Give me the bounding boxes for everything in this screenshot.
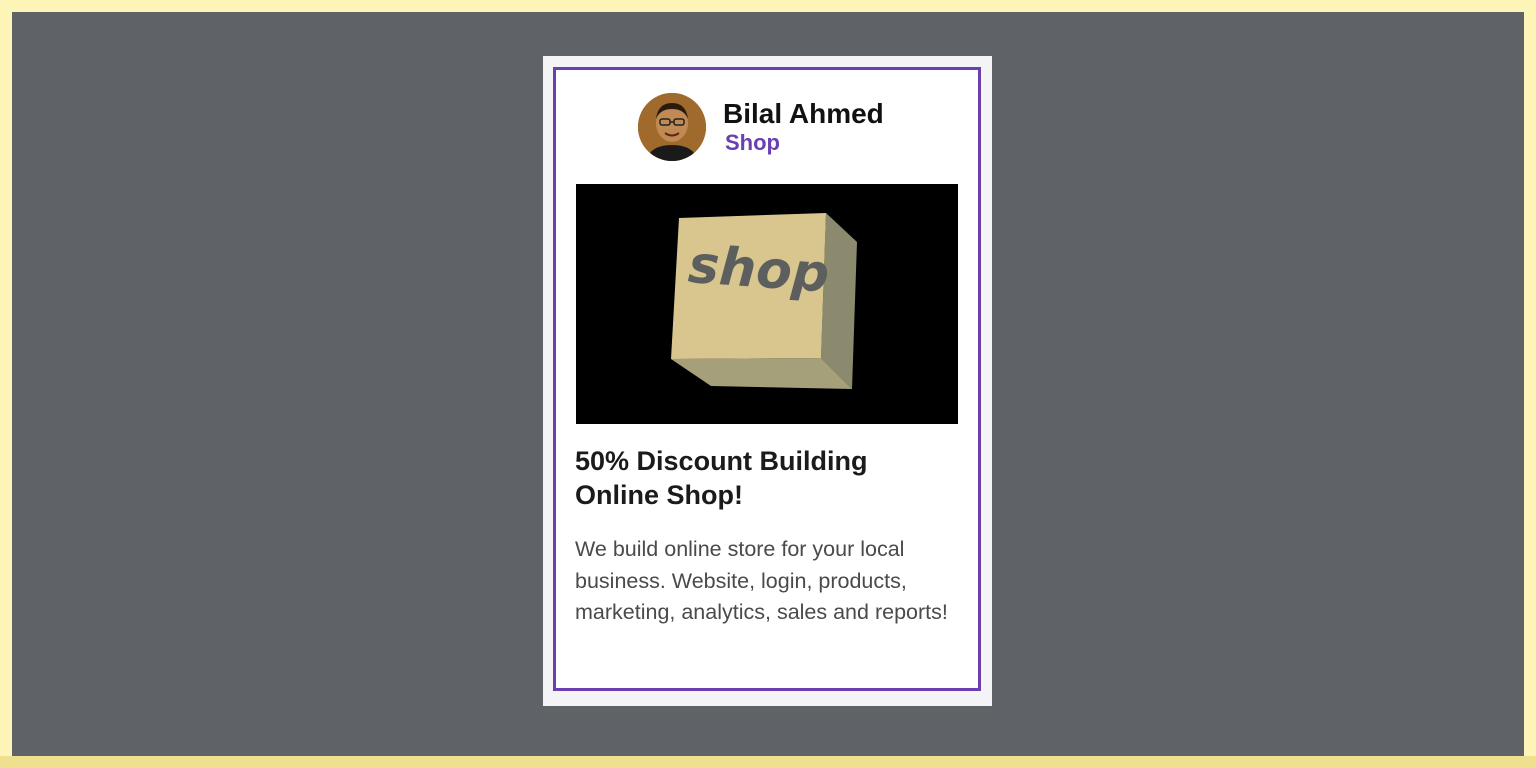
author-role-link[interactable]: Shop	[725, 130, 884, 156]
shop-box-icon: shop	[576, 184, 958, 424]
card-description: We build online store for your local bus…	[575, 537, 948, 624]
frame-bottom-border	[0, 756, 1536, 768]
card-title: 50% Discount Building Online Shop!	[575, 446, 868, 510]
author-header: Bilal Ahmed Shop	[638, 93, 884, 161]
person-avatar-icon	[638, 93, 706, 161]
avatar	[638, 93, 706, 161]
shop-box-label: shop	[686, 235, 831, 305]
hero-image: shop	[576, 184, 958, 424]
author-name[interactable]: Bilal Ahmed	[723, 98, 884, 130]
